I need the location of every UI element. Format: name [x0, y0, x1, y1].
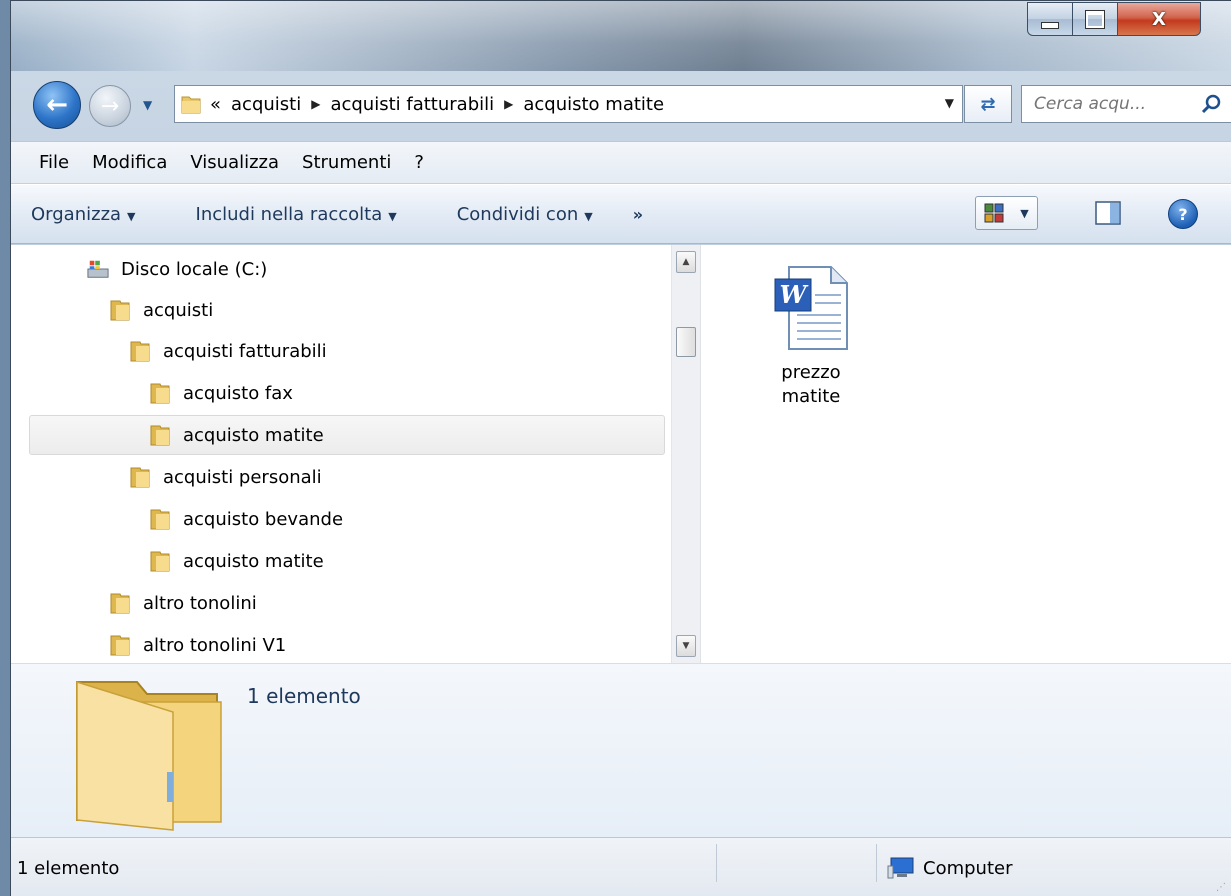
tree-label: acquisto bevande [183, 508, 344, 530]
menu-help[interactable]: ? [414, 152, 424, 173]
folder-icon [110, 300, 130, 321]
chevron-down-icon: ▼ [584, 209, 593, 223]
share-label: Condividi con [456, 203, 579, 225]
close-icon: X [1152, 8, 1166, 30]
content-pane[interactable]: W prezzo matite [701, 245, 1231, 663]
tree-item-folder[interactable]: acquisti fatturabili [129, 331, 327, 371]
folder-icon [150, 551, 170, 572]
more-commands-button[interactable]: » [633, 205, 643, 224]
minimize-button[interactable] [1027, 2, 1073, 36]
breadcrumb-separator-icon[interactable]: ▶ [498, 97, 519, 111]
help-button[interactable]: ? [1168, 199, 1198, 229]
tree-item-folder[interactable]: acquisto fax [149, 373, 293, 413]
tree-item-folder[interactable]: acquisto bevande [149, 499, 343, 539]
organize-label: Organizza [31, 203, 122, 225]
status-item-count: 1 elemento [17, 858, 120, 879]
command-bar: Organizza ▼ Includi nella raccolta ▼ Condi… [11, 184, 1231, 244]
refresh-button[interactable]: ⇄ [964, 85, 1012, 123]
folder-large-icon [76, 680, 222, 831]
forward-arrow-icon: → [100, 93, 120, 119]
folder-icon [150, 509, 170, 530]
breadcrumb-acquisti-fatturabili[interactable]: acquisti fatturabili [326, 94, 498, 115]
back-arrow-icon: ← [46, 90, 68, 120]
tree-item-folder[interactable]: acquisti personali [129, 457, 322, 497]
tree-item-drive[interactable]: Disco locale (C:) [87, 249, 267, 289]
breadcrumb-acquisti[interactable]: acquisti [227, 94, 305, 115]
svg-text:W: W [780, 280, 809, 309]
nav-scrollbar[interactable]: ▲ ▼ [671, 245, 701, 663]
organize-button[interactable]: Organizza ▼ [31, 204, 136, 225]
menu-strumenti[interactable]: Strumenti [302, 152, 391, 173]
chevron-down-icon: ▼ [127, 209, 136, 223]
status-bar: 1 elemento Computer ⋰ [11, 837, 1231, 896]
breadcrumb-separator-icon[interactable]: ▶ [305, 97, 326, 111]
views-icon [984, 203, 1004, 223]
tree-item-folder[interactable]: acquisti [109, 290, 213, 330]
help-icon: ? [1178, 204, 1188, 224]
folder-icon [110, 593, 130, 614]
maximize-icon [1085, 9, 1105, 29]
folder-icon [130, 467, 150, 488]
search-icon[interactable] [1201, 93, 1223, 115]
tree-label: altro tonolini V1 [143, 634, 287, 656]
tree-item-selected[interactable]: acquisto matite [29, 415, 665, 455]
include-in-library-button[interactable]: Includi nella raccolta ▼ [196, 204, 397, 225]
breadcrumb-acquisto-matite[interactable]: acquisto matite [519, 94, 668, 115]
address-bar[interactable]: « acquisti ▶ acquisti fatturabili ▶ acqu… [174, 85, 963, 123]
tree-label: acquisto fax [183, 382, 293, 404]
tree-label: altro tonolini [143, 592, 257, 614]
preview-pane-icon [1095, 201, 1121, 225]
view-options-dropdown[interactable]: ▼ [1012, 196, 1038, 230]
tree-item-folder[interactable]: altro tonolini [109, 583, 257, 623]
file-name: prezzo matite [781, 362, 841, 407]
file-item[interactable]: W prezzo matite [753, 261, 869, 409]
tree-item-folder[interactable]: acquisto matite [149, 541, 324, 581]
forward-button[interactable]: → [89, 85, 131, 127]
include-label: Includi nella raccolta [195, 203, 383, 225]
search-box[interactable] [1021, 85, 1231, 123]
word-document-icon: W [774, 266, 848, 350]
folder-icon [150, 383, 170, 404]
status-location-label: Computer [923, 857, 1013, 879]
tree-label: acquisto matite [183, 424, 324, 446]
details-pane: 1 elemento [11, 663, 1231, 838]
close-button[interactable]: X [1117, 2, 1201, 36]
recent-pages-dropdown[interactable]: ▼ [143, 98, 152, 112]
folder-icon [110, 635, 130, 656]
search-input[interactable] [1032, 93, 1186, 115]
menu-visualizza[interactable]: Visualizza [190, 152, 279, 173]
resize-grip[interactable]: ⋰ [1216, 883, 1226, 893]
maximize-button[interactable] [1072, 2, 1118, 36]
folder-icon [181, 96, 201, 114]
drive-icon [87, 260, 109, 278]
details-item-count: 1 elemento [247, 684, 361, 708]
computer-icon [887, 857, 914, 879]
explorer-window: X ← → ▼ « acquisti ▶ acquisti fatturabil… [10, 0, 1231, 896]
scroll-down-button[interactable]: ▼ [676, 635, 696, 657]
menu-file[interactable]: File [39, 152, 69, 173]
minimize-icon [1041, 21, 1059, 29]
tree-item-folder[interactable]: altro tonolini V1 [109, 625, 286, 663]
folder-icon [130, 341, 150, 362]
breadcrumb-overflow[interactable]: « [208, 94, 227, 115]
chevron-down-icon: ▼ [388, 209, 397, 223]
tree-label: Disco locale (C:) [121, 258, 268, 280]
tree-label: acquisti personali [163, 466, 322, 488]
scrollbar-thumb[interactable] [676, 327, 696, 357]
tree-label: acquisti [143, 299, 214, 321]
refresh-icon: ⇄ [980, 93, 996, 115]
tree-label: acquisto matite [183, 550, 324, 572]
preview-pane-button[interactable] [1093, 199, 1123, 227]
menu-modifica[interactable]: Modifica [92, 152, 167, 173]
navigation-pane[interactable]: Disco locale (C:) acquisti acquisti fatt… [11, 245, 671, 663]
folder-icon [150, 425, 170, 446]
change-view-button[interactable] [975, 196, 1013, 230]
scroll-up-button[interactable]: ▲ [676, 251, 696, 273]
status-location: Computer [887, 856, 1012, 880]
menu-bar: File Modifica Visualizza Strumenti ? [11, 141, 1231, 183]
share-with-button[interactable]: Condividi con ▼ [457, 204, 593, 225]
tree-label: acquisti fatturabili [163, 340, 327, 362]
back-button[interactable]: ← [33, 81, 81, 129]
address-dropdown-icon[interactable]: ▼ [945, 96, 954, 110]
